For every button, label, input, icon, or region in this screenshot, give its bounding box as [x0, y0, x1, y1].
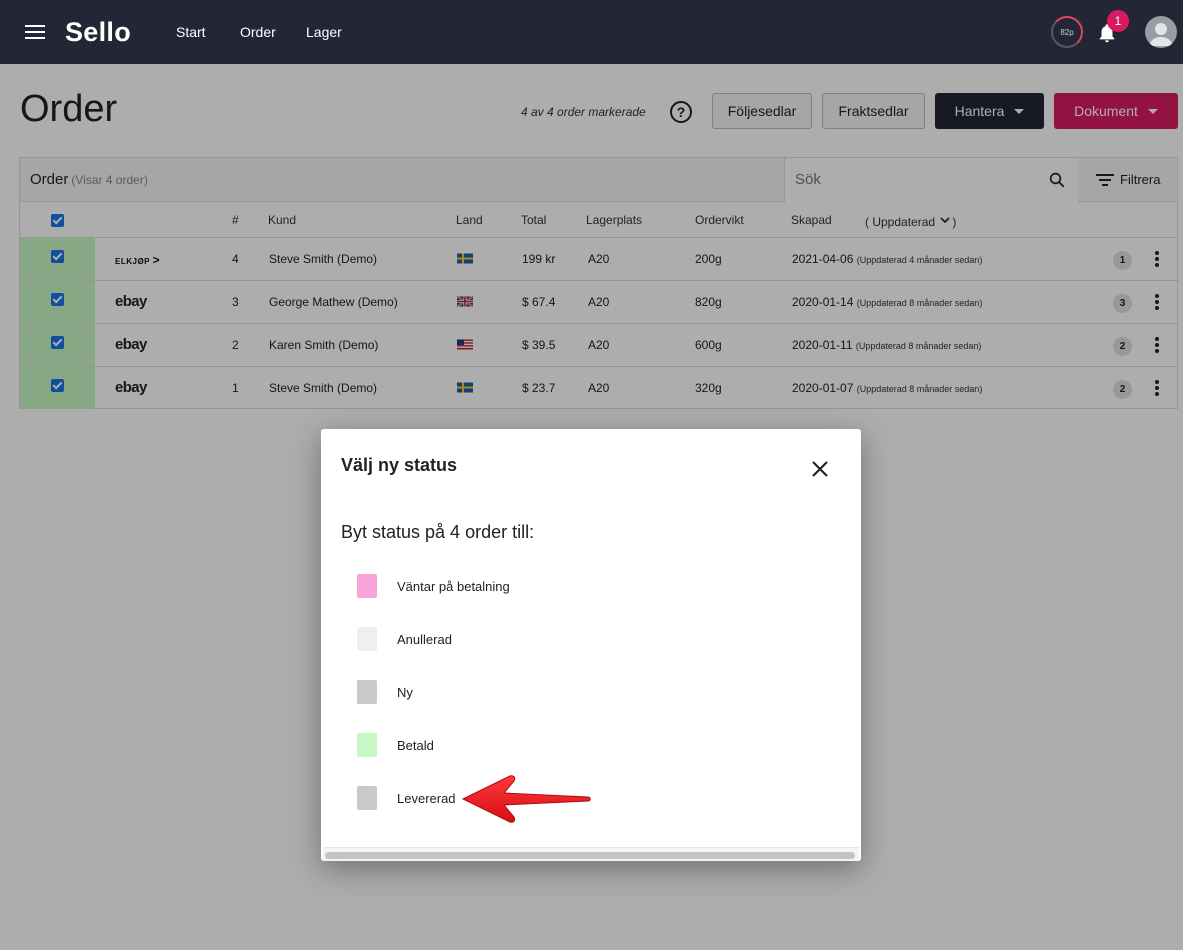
status-swatch [357, 680, 377, 704]
user-icon [1149, 23, 1173, 46]
status-label: Väntar på betalning [397, 578, 510, 594]
status-option-paid[interactable]: Betald [357, 733, 657, 757]
sello-logo[interactable]: Sello [65, 17, 131, 48]
notification-badge: 1 [1107, 10, 1129, 32]
status-option-cancelled[interactable]: Anullerad [357, 627, 657, 651]
status-swatch [357, 574, 377, 598]
status-label: Anullerad [397, 631, 452, 647]
score-indicator[interactable]: 82p [1051, 16, 1083, 48]
status-label: Ny [397, 684, 413, 700]
user-avatar[interactable] [1145, 16, 1177, 48]
close-icon[interactable] [811, 460, 829, 478]
menu-icon[interactable] [25, 25, 45, 39]
top-navigation-bar: Sello Start Order Lager 82p 1 [0, 0, 1183, 64]
red-arrow-annotation [461, 775, 591, 823]
status-swatch [357, 733, 377, 757]
scrollbar-thumb[interactable] [325, 852, 855, 859]
status-label: Betald [397, 737, 434, 753]
status-swatch [357, 627, 377, 651]
status-option-awaiting-payment[interactable]: Väntar på betalning [357, 574, 657, 598]
nav-start[interactable]: Start [176, 24, 206, 40]
dialog-title: Välj ny status [341, 455, 458, 475]
nav-order[interactable]: Order [240, 24, 276, 40]
horizontal-scrollbar[interactable] [323, 847, 859, 861]
nav-lager[interactable]: Lager [306, 24, 342, 40]
status-option-new[interactable]: Ny [357, 680, 657, 704]
status-swatch [357, 786, 377, 810]
dialog-lead-text: Byt status på 4 order till: [341, 522, 535, 542]
status-label: Levererad [397, 790, 456, 806]
